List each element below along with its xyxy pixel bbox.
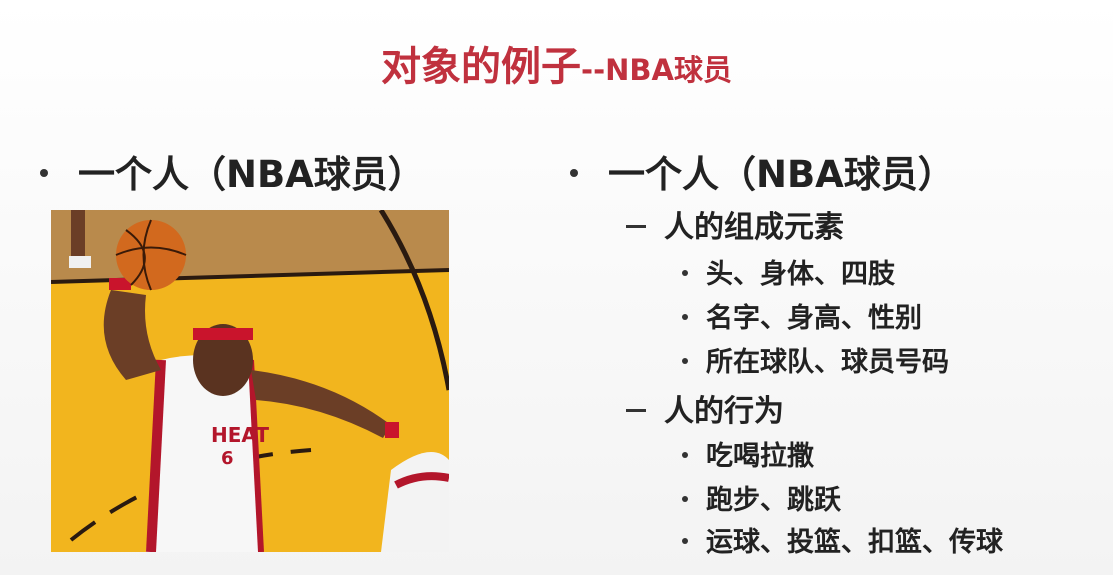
list-item: 所在球队、球员号码 bbox=[682, 340, 949, 379]
right-bullet-text: 一个人（NBA球员） bbox=[608, 153, 955, 196]
dash-marker bbox=[626, 225, 646, 228]
jersey-text: HEAT bbox=[211, 423, 269, 447]
bullet-dot bbox=[40, 168, 48, 177]
left-bullet: 一个人（NBA球员） bbox=[40, 144, 425, 198]
list-item: 跑步、跳跃 bbox=[682, 478, 841, 517]
right-bullet: 一个人（NBA球员） bbox=[570, 144, 955, 198]
title-main: 对象的例子 bbox=[381, 44, 582, 90]
list-item: 运球、投篮、扣篮、传球 bbox=[682, 520, 1003, 559]
list-item: 头、身体、四肢 bbox=[682, 252, 895, 291]
player-illustration: HEAT 6 bbox=[51, 210, 449, 552]
title-suffix: --NBA球员 bbox=[581, 53, 732, 87]
slide-title: 对象的例子--NBA球员 bbox=[0, 34, 1113, 92]
nba-player-photo: HEAT 6 bbox=[51, 210, 449, 552]
left-bullet-text: 一个人（NBA球员） bbox=[78, 153, 425, 196]
section-heading-behaviors: 人的行为 bbox=[626, 386, 784, 430]
list-item: 名字、身高、性别 bbox=[682, 296, 922, 335]
bullet-dot bbox=[570, 168, 578, 177]
section-heading-elements: 人的组成元素 bbox=[626, 202, 844, 246]
jersey-number: 6 bbox=[221, 448, 234, 469]
dash-marker bbox=[626, 409, 646, 412]
list-item: 吃喝拉撒 bbox=[682, 434, 814, 473]
slide: 对象的例子--NBA球员 一个人（NBA球员） HEAT 6 一个人（NBA球员… bbox=[0, 0, 1113, 575]
